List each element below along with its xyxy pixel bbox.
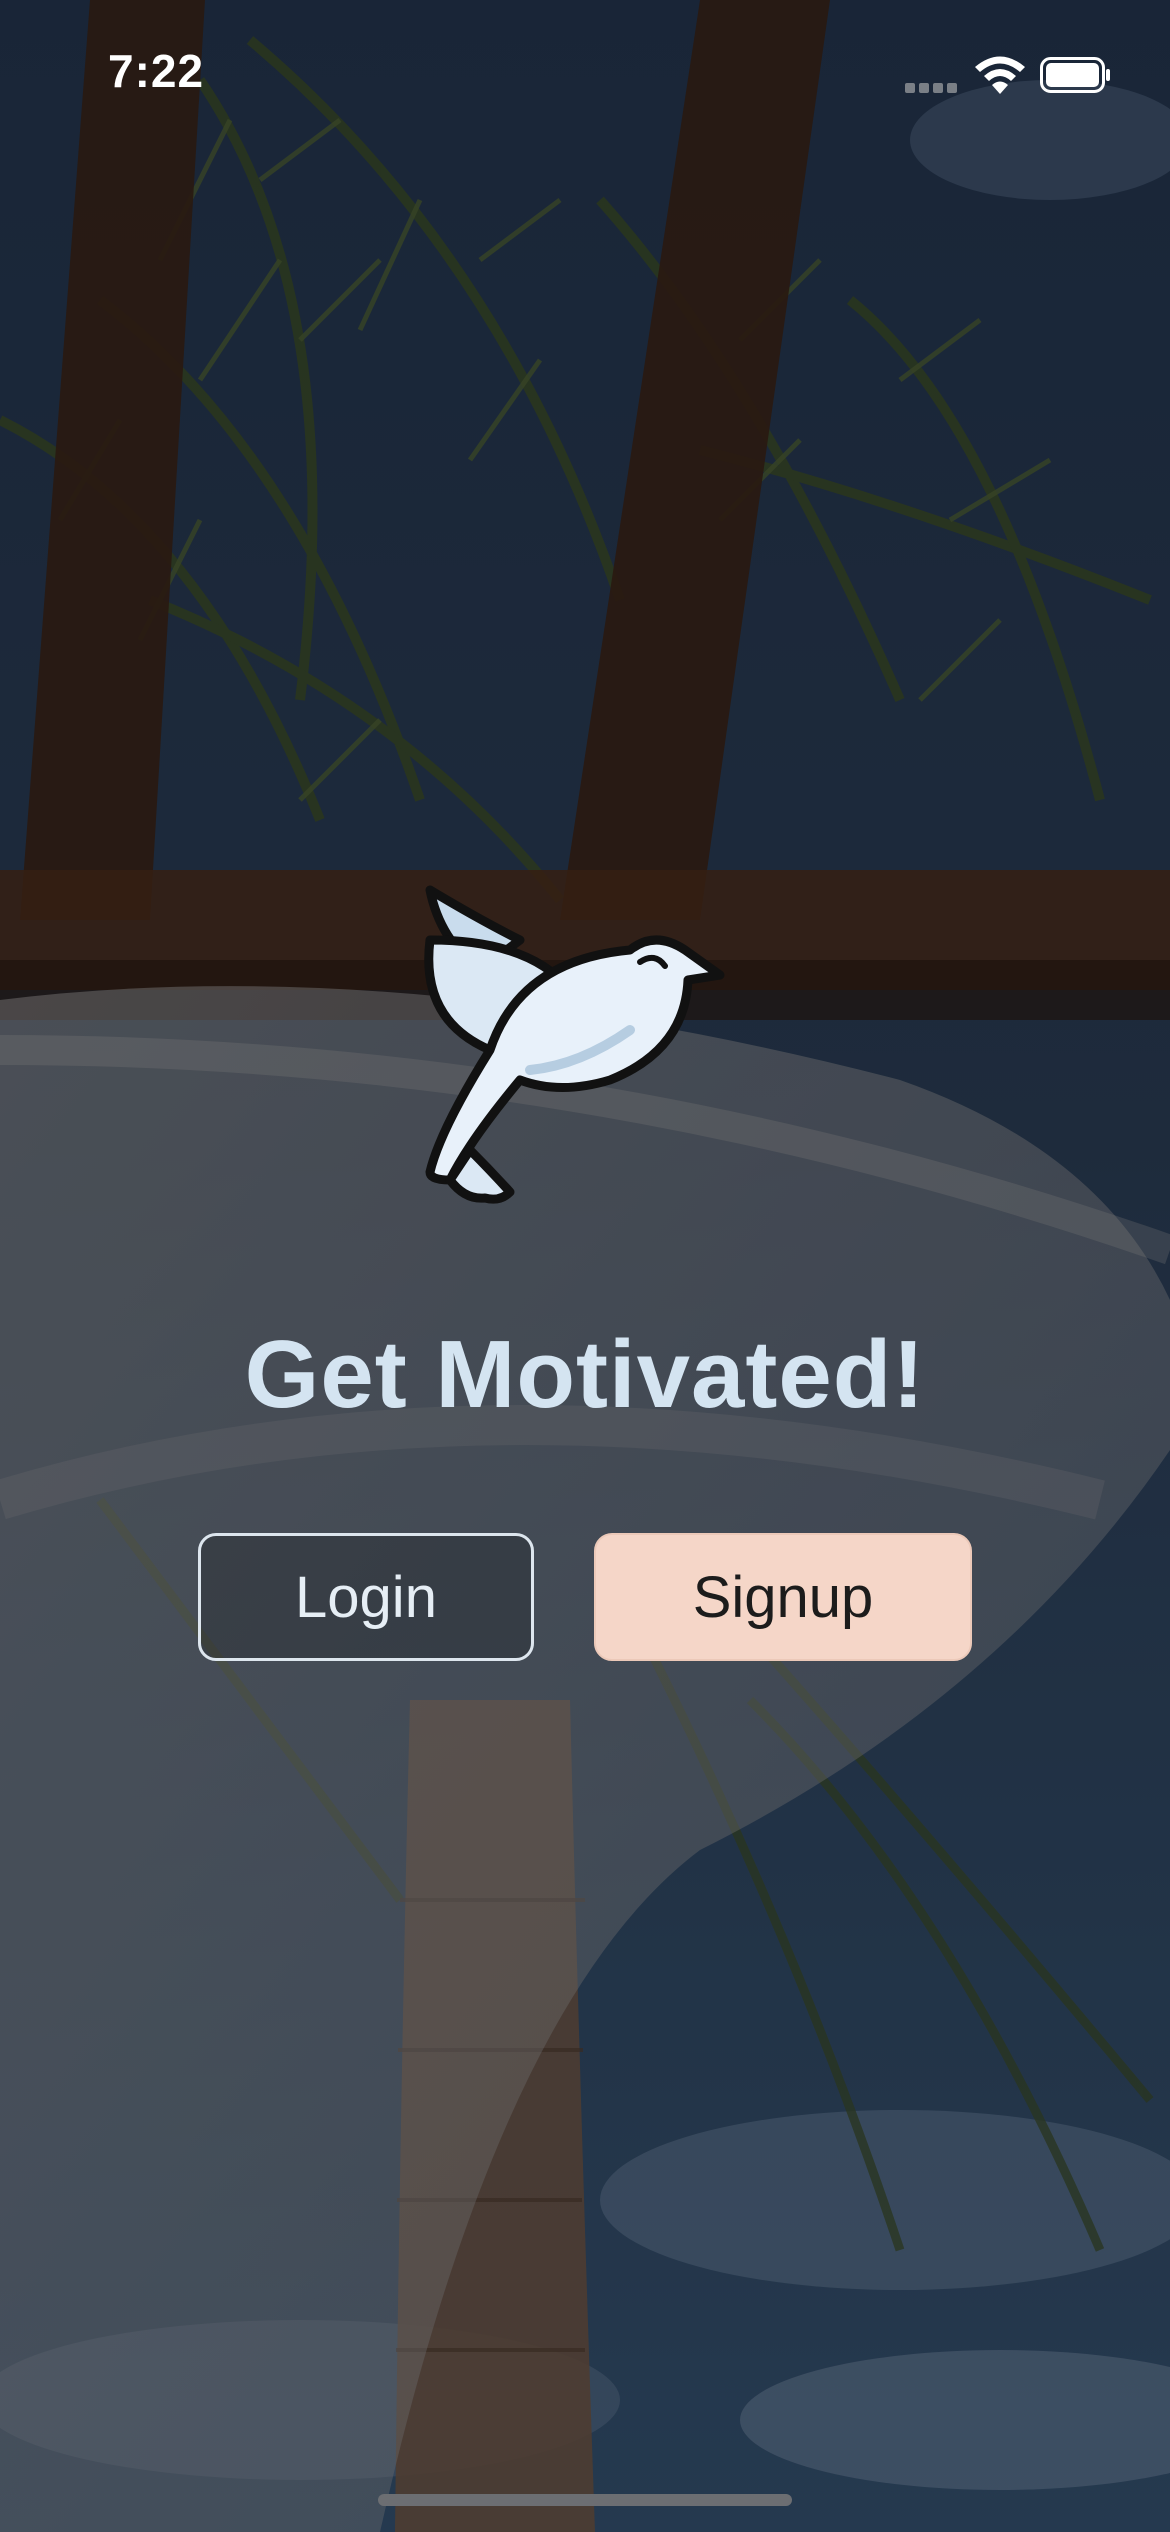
dove-icon <box>424 885 725 1204</box>
home-indicator[interactable] <box>378 2494 792 2506</box>
login-button[interactable]: Login <box>198 1533 534 1661</box>
signup-button-label: Signup <box>692 1564 874 1630</box>
wifi-icon <box>975 56 1025 94</box>
welcome-screen: 7:22 Get Motivated! Login Signup <box>0 0 1170 2532</box>
background-dim-overlay <box>0 0 1170 2532</box>
cellular-signal-icon <box>905 80 963 93</box>
page-title: Get Motivated! <box>244 1321 926 1428</box>
battery-icon <box>1040 57 1110 93</box>
status-time: 7:22 <box>108 45 205 97</box>
status-bar: 7:22 <box>0 0 1170 150</box>
login-button-label: Login <box>295 1564 437 1630</box>
signup-button[interactable]: Signup <box>594 1533 972 1661</box>
